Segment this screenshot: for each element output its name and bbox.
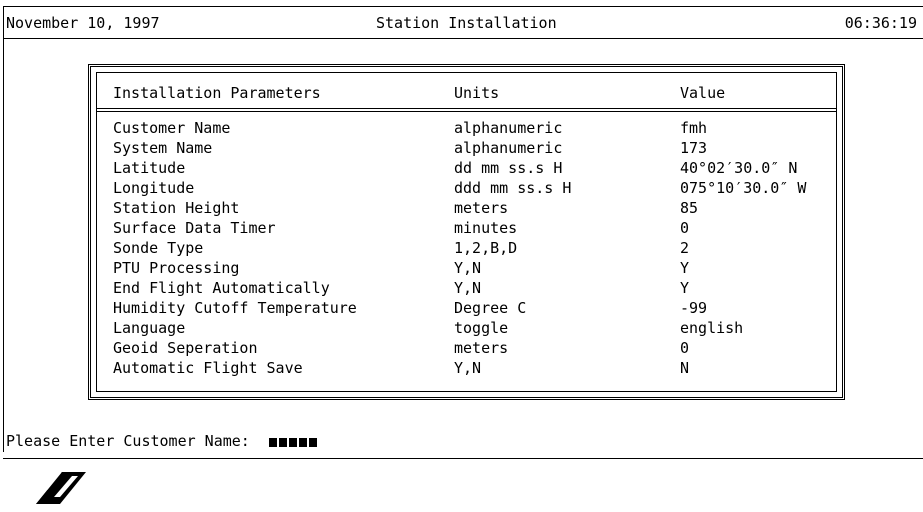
value-cell: Y xyxy=(680,279,690,297)
table-row: Surface Data Timer minutes 0 xyxy=(97,218,836,238)
value-cell: 85 xyxy=(680,199,699,217)
units-cell: Degree C xyxy=(454,299,527,317)
units-cell: meters xyxy=(454,339,509,357)
value-cell: 0 xyxy=(680,339,690,357)
table-row: Humidity Cutoff Temperature Degree C -99 xyxy=(97,298,836,318)
param-cell: System Name xyxy=(113,139,213,157)
table-row: Station Height meters 85 xyxy=(97,198,836,218)
table-header-separator xyxy=(97,108,836,112)
top-border xyxy=(3,6,923,7)
param-cell: Latitude xyxy=(113,159,186,177)
column-header-parameters: Installation Parameters xyxy=(113,84,321,102)
diagonal-stripes-logo-icon xyxy=(36,472,86,504)
units-cell: meters xyxy=(454,199,509,217)
param-cell: Longitude xyxy=(113,179,195,197)
table-row: End Flight Automatically Y,N Y xyxy=(97,278,836,298)
value-cell: N xyxy=(680,359,690,377)
table-row: Customer Name alphanumeric fmh xyxy=(97,118,836,138)
prompt-label: Please Enter Customer Name: xyxy=(6,432,250,450)
value-cell: -99 xyxy=(680,299,708,317)
column-header-units: Units xyxy=(454,84,500,102)
param-cell: Automatic Flight Save xyxy=(113,359,303,377)
units-cell: 1,2,B,D xyxy=(454,239,518,257)
param-cell: Geoid Seperation xyxy=(113,339,258,357)
units-cell: Y,N xyxy=(454,279,482,297)
units-cell: alphanumeric xyxy=(454,119,563,137)
table-row: Language toggle english xyxy=(97,318,836,338)
table-row: Latitude dd mm ss.s H 40°02′30.0″ N xyxy=(97,158,836,178)
header-divider xyxy=(3,38,923,39)
param-cell: PTU Processing xyxy=(113,259,240,277)
units-cell: Y,N xyxy=(454,259,482,277)
bottom-divider xyxy=(3,458,923,459)
value-cell: english xyxy=(680,319,744,337)
header-bar: November 10, 1997 Station Installation 0… xyxy=(6,14,917,34)
screen-left-border xyxy=(3,6,4,452)
table-row: Automatic Flight Save Y,N N xyxy=(97,358,836,378)
page-title: Station Installation xyxy=(376,14,557,32)
header-date: November 10, 1997 xyxy=(6,14,160,32)
column-header-value: Value xyxy=(680,84,726,102)
units-cell: Y,N xyxy=(454,359,482,377)
table-row: System Name alphanumeric 173 xyxy=(97,138,836,158)
units-cell: minutes xyxy=(454,219,518,237)
cursor-block xyxy=(288,437,297,447)
cursor-block xyxy=(278,437,287,447)
param-cell: Station Height xyxy=(113,199,240,217)
value-cell: fmh xyxy=(680,119,708,137)
value-cell: 0 xyxy=(680,219,690,237)
table-row: Longitude ddd mm ss.s H 075°10′30.0″ W xyxy=(97,178,836,198)
value-cell: 2 xyxy=(680,239,690,257)
value-cell: 173 xyxy=(680,139,708,157)
header-time: 06:36:19 xyxy=(844,14,917,32)
table-row: PTU Processing Y,N Y xyxy=(97,258,836,278)
units-cell: toggle xyxy=(454,319,509,337)
value-cell: Y xyxy=(680,259,690,277)
cursor-block xyxy=(268,437,277,447)
parameters-table: Installation Parameters Units Value Cust… xyxy=(88,64,845,400)
table-row: Sonde Type 1,2,B,D 2 xyxy=(97,238,836,258)
parameters-table-inner: Installation Parameters Units Value Cust… xyxy=(96,72,837,392)
terminal-screen: November 10, 1997 Station Installation 0… xyxy=(0,0,923,512)
value-cell: 40°02′30.0″ N xyxy=(680,159,798,177)
units-cell: dd mm ss.s H xyxy=(454,159,563,177)
value-cell: 075°10′30.0″ W xyxy=(680,179,807,197)
cursor-block xyxy=(298,437,307,447)
param-cell: Surface Data Timer xyxy=(113,219,276,237)
param-cell: Sonde Type xyxy=(113,239,204,257)
param-cell: Customer Name xyxy=(113,119,231,137)
customer-name-input[interactable] xyxy=(268,433,319,451)
param-cell: End Flight Automatically xyxy=(113,279,330,297)
table-row: Geoid Seperation meters 0 xyxy=(97,338,836,358)
param-cell: Humidity Cutoff Temperature xyxy=(113,299,357,317)
param-cell: Language xyxy=(113,319,186,337)
table-rows: Customer Name alphanumeric fmh System Name a… xyxy=(97,118,836,378)
cursor-block xyxy=(308,437,317,447)
units-cell: alphanumeric xyxy=(454,139,563,157)
input-prompt[interactable]: Please Enter Customer Name: xyxy=(6,432,319,451)
units-cell: ddd mm ss.s H xyxy=(454,179,572,197)
